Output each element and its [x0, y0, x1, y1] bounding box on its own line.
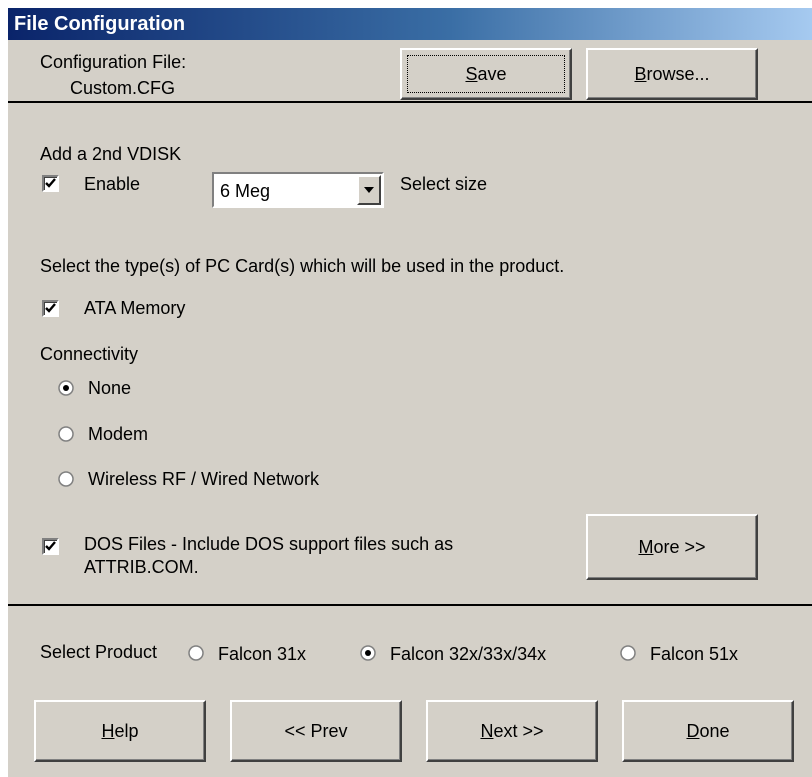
ata-memory-checkbox[interactable]: [42, 300, 59, 317]
top-separator: [8, 101, 812, 103]
done-button-label: Done: [686, 720, 730, 741]
checkmark-icon: [45, 303, 56, 313]
file-configuration-window: File Configuration Configuration File: C…: [8, 8, 812, 777]
radio-none-label: None: [88, 378, 132, 398]
bottom-separator: [8, 604, 812, 606]
radio-modem[interactable]: [58, 426, 74, 442]
radio-falcon-51x[interactable]: [620, 645, 636, 661]
vdisk-enable-label: Enable: [84, 174, 141, 194]
radio-falcon-31x[interactable]: [188, 645, 204, 661]
next-button[interactable]: Next >>: [426, 700, 598, 762]
dos-files-checkbox[interactable]: [42, 538, 59, 555]
radio-falcon-51x-label: Falcon 51x: [650, 644, 739, 664]
dos-files-label-line1: DOS Files - Include DOS support files su…: [84, 534, 454, 554]
save-button[interactable]: Save: [400, 48, 572, 100]
vdisk-enable-checkbox[interactable]: [42, 175, 59, 192]
next-button-label: Next >>: [480, 720, 544, 741]
help-button-label: Help: [101, 720, 139, 741]
select-product-label: Select Product: [40, 642, 158, 662]
focus-ring: [407, 55, 565, 93]
chevron-down-icon: [364, 187, 374, 193]
checkmark-icon: [45, 178, 56, 188]
title-bar: File Configuration: [8, 8, 812, 40]
ata-memory-label: ATA Memory: [84, 298, 186, 318]
radio-falcon-32x[interactable]: [360, 645, 376, 661]
vdisk-size-select[interactable]: 6 Meg: [212, 172, 384, 208]
radio-modem-label: Modem: [88, 424, 149, 444]
window-title: File Configuration: [14, 13, 186, 35]
vdisk-size-label: Select size: [400, 174, 488, 194]
pc-card-prompt: Select the type(s) of PC Card(s) which w…: [40, 256, 565, 276]
config-file-value: Custom.CFG: [70, 78, 176, 98]
more-button-label: More >>: [638, 536, 706, 557]
dos-files-label-line2: ATTRIB.COM.: [84, 557, 199, 577]
browse-button-label: Browse...: [634, 63, 710, 84]
vdisk-heading: Add a 2nd VDISK: [40, 144, 182, 164]
config-file-label: Configuration File:: [40, 52, 187, 72]
done-button[interactable]: Done: [622, 700, 794, 762]
radio-wireless[interactable]: [58, 471, 74, 487]
radio-wireless-label: Wireless RF / Wired Network: [88, 469, 320, 489]
prev-button-label: << Prev: [284, 720, 348, 741]
more-button[interactable]: More >>: [586, 514, 758, 580]
help-button[interactable]: Help: [34, 700, 206, 762]
checkmark-icon: [45, 541, 56, 551]
radio-none[interactable]: [58, 380, 74, 396]
dropdown-arrow-button[interactable]: [357, 175, 381, 205]
prev-button[interactable]: << Prev: [230, 700, 402, 762]
radio-falcon-31x-label: Falcon 31x: [218, 644, 307, 664]
connectivity-heading: Connectivity: [40, 344, 139, 364]
browse-button[interactable]: Browse...: [586, 48, 758, 100]
radio-falcon-32x-label: Falcon 32x/33x/34x: [390, 644, 547, 664]
vdisk-size-value: 6 Meg: [220, 181, 271, 201]
